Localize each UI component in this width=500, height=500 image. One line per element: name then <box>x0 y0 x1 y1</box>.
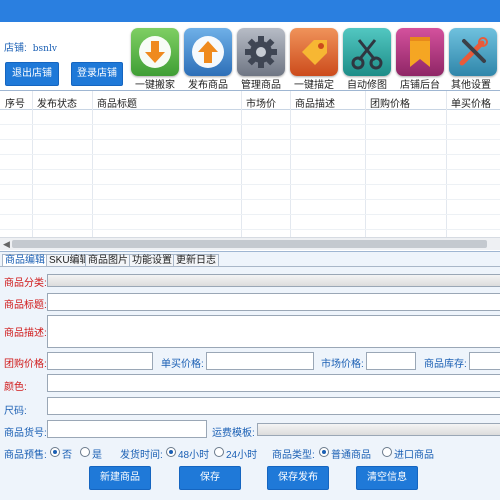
column-divider <box>290 91 291 239</box>
toolbar-label: 其他设置 <box>451 80 491 91</box>
description-textarea[interactable] <box>47 315 500 348</box>
toolbar-label: 自动修图 <box>347 80 387 91</box>
table-header: 序号 发布状态 商品标题 市场价 商品描述 团购价格 单买价格 <box>0 91 500 110</box>
column-header[interactable]: 单买价格 <box>451 95 491 110</box>
shipping-template-select[interactable] <box>257 423 500 436</box>
row-divider <box>0 199 500 200</box>
ship-24h-label: 24小时 <box>226 450 258 461</box>
row-divider <box>0 154 500 155</box>
store-name: bsnlv <box>32 44 57 54</box>
row-divider <box>0 184 500 185</box>
gear-icon <box>245 36 277 68</box>
column-header[interactable]: 团购价格 <box>370 95 410 110</box>
market-price-input[interactable] <box>366 352 416 370</box>
tools-icon <box>459 37 488 66</box>
column-header[interactable]: 商品描述 <box>295 95 335 110</box>
publish-item-button[interactable] <box>184 28 232 76</box>
toolbar-label: 一键描定 <box>294 80 334 91</box>
toolbar-label: 管理商品 <box>241 80 281 91</box>
other-settings-button[interactable] <box>449 28 497 76</box>
size-label: 尺码: <box>4 406 27 417</box>
column-divider <box>32 91 33 239</box>
auto-retouch-button[interactable] <box>343 28 391 76</box>
toolbar-label: 发布商品 <box>188 80 228 91</box>
title-label: 商品标题: <box>4 300 47 311</box>
group-price-input[interactable] <box>47 352 153 370</box>
row-divider <box>0 124 500 125</box>
item-type-label: 商品类型: <box>272 450 315 461</box>
ship-48h-radio[interactable] <box>166 447 176 457</box>
single-price-label: 单买价格: <box>161 359 204 370</box>
type-normal-label: 普通商品 <box>331 450 371 461</box>
presale-no-label: 否 <box>62 450 72 461</box>
store-label: 店铺: <box>4 43 27 54</box>
one-click-move-button[interactable] <box>131 28 179 76</box>
presale-label: 商品预售: <box>4 450 47 461</box>
group-price-label: 团购价格: <box>4 359 47 370</box>
stock-label: 商品库存: <box>424 359 467 370</box>
bookmark-ribbon-icon <box>410 37 430 67</box>
single-price-input[interactable] <box>206 352 314 370</box>
presale-yes-radio[interactable] <box>80 447 90 457</box>
presale-yes-label: 是 <box>92 450 102 461</box>
column-divider <box>241 91 242 239</box>
column-divider <box>365 91 366 239</box>
color-label: 颜色: <box>4 382 27 393</box>
column-header[interactable]: 市场价 <box>246 95 276 110</box>
save-publish-button[interactable]: 保存发布 <box>267 466 329 490</box>
category-label: 商品分类: <box>4 278 47 289</box>
column-header[interactable]: 序号 <box>5 95 25 110</box>
scroll-left-icon[interactable]: ◀ <box>3 238 10 250</box>
row-divider <box>0 139 500 140</box>
ship-24h-radio[interactable] <box>214 447 224 457</box>
horizontal-scrollbar[interactable]: ◀ <box>0 237 500 250</box>
scrollbar-thumb[interactable] <box>12 240 487 248</box>
color-input[interactable] <box>47 374 500 392</box>
scissors-icon <box>351 39 383 70</box>
price-tag-icon <box>302 40 327 65</box>
save-button[interactable]: 保存 <box>179 466 241 490</box>
item-code-input[interactable] <box>47 420 207 438</box>
product-table[interactable]: 序号 发布状态 商品标题 市场价 商品描述 团购价格 单买价格 ◀ <box>0 90 500 252</box>
toolbar-label: 一键搬家 <box>135 80 175 91</box>
store-backend-button[interactable] <box>396 28 444 76</box>
size-input[interactable] <box>47 397 500 415</box>
one-click-price-button[interactable] <box>290 28 338 76</box>
tab-underline <box>0 266 500 267</box>
store-info: 店铺: bsnlv <box>4 39 57 54</box>
category-select[interactable] <box>47 274 500 287</box>
presale-no-radio[interactable] <box>50 447 60 457</box>
row-divider <box>0 229 500 230</box>
stock-input[interactable] <box>469 352 500 370</box>
clear-info-button[interactable]: 清空信息 <box>356 466 418 490</box>
window-title-bar <box>0 0 500 22</box>
column-header[interactable]: 商品标题 <box>97 95 137 110</box>
shipping-template-label: 运费模板: <box>212 428 255 439</box>
upload-arrow-icon <box>192 36 224 68</box>
ship-48h-label: 48小时 <box>178 450 210 461</box>
row-divider <box>0 169 500 170</box>
download-arrow-icon <box>139 36 171 68</box>
column-divider <box>92 91 93 239</box>
login-store-button[interactable]: 登录店铺 <box>71 62 123 86</box>
type-import-radio[interactable] <box>382 447 392 457</box>
market-price-label: 市场价格: <box>321 359 364 370</box>
ship-time-label: 发货时间: <box>120 450 163 461</box>
logout-store-button[interactable]: 退出店铺 <box>5 62 59 86</box>
type-normal-radio[interactable] <box>319 447 329 457</box>
type-import-label: 进口商品 <box>394 450 434 461</box>
description-label: 商品描述: <box>4 328 47 339</box>
item-code-label: 商品货号: <box>4 428 47 439</box>
column-header[interactable]: 发布状态 <box>37 95 77 110</box>
column-divider <box>446 91 447 239</box>
row-divider <box>0 214 500 215</box>
manage-items-button[interactable] <box>237 28 285 76</box>
new-item-button[interactable]: 新建商品 <box>89 466 151 490</box>
title-input[interactable] <box>47 293 500 311</box>
